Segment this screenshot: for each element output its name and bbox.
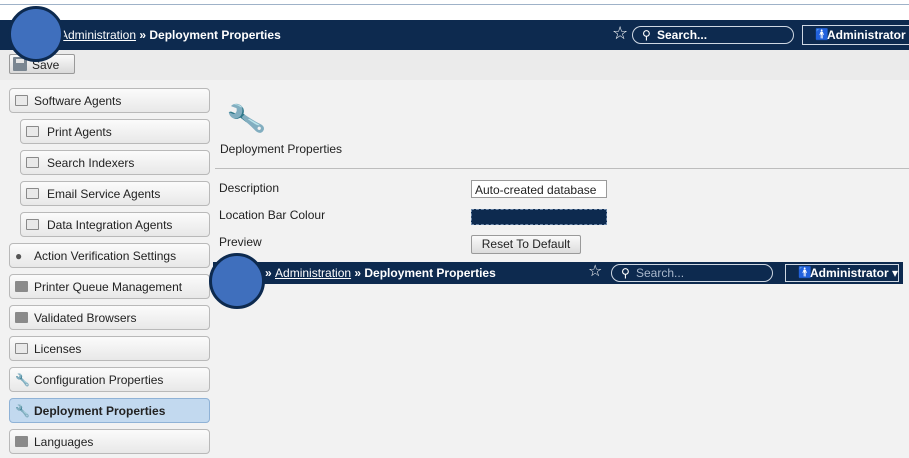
computers-icon xyxy=(26,157,39,168)
computers-icon xyxy=(26,188,39,199)
window-top-edge xyxy=(0,0,909,5)
sidebar-item-search-indexers[interactable]: Search Indexers xyxy=(20,150,210,175)
breadcrumb-link-administration[interactable]: Administration xyxy=(60,28,136,42)
favorite-star-icon[interactable]: ☆ xyxy=(612,24,628,42)
preview-star-icon: ☆ xyxy=(588,263,603,280)
breadcrumb: Administration » Deployment Properties xyxy=(60,28,281,42)
location-bar-colour-label: Location Bar Colour xyxy=(219,208,326,222)
page-title: Deployment Properties xyxy=(220,142,343,156)
language-icon xyxy=(15,436,28,447)
sidebar-item-configuration-properties[interactable]: 🔧 Configuration Properties xyxy=(9,367,210,392)
sidebar-item-action-verification-settings[interactable]: ● Action Verification Settings xyxy=(9,243,210,268)
preview-search-box: ⚲ Search... xyxy=(611,264,773,282)
sidebar-item-deployment-properties[interactable]: 🔧 Deployment Properties xyxy=(9,398,210,423)
printer-icon xyxy=(15,281,28,292)
browser-window-icon xyxy=(15,312,28,323)
computers-icon xyxy=(26,219,39,230)
search-input[interactable]: Search... xyxy=(657,28,707,42)
wrench-icon: 🔧 xyxy=(225,100,268,139)
user-menu-label: Administrator ▾ xyxy=(827,28,909,42)
sidebar-item-printer-queue-management[interactable]: Printer Queue Management xyxy=(9,274,210,299)
sidebar-item-label: Configuration Properties xyxy=(34,373,164,387)
divider xyxy=(215,168,909,169)
preview-breadcrumb-link-administration: Administration xyxy=(275,266,352,280)
highlight-marker-circle xyxy=(8,6,64,62)
computers-icon xyxy=(26,126,39,137)
check-circle-icon: ● xyxy=(15,249,23,263)
sidebar-item-software-agents[interactable]: Software Agents xyxy=(9,88,210,113)
location-bar-colour-picker[interactable] xyxy=(471,209,607,225)
search-icon: ⚲ xyxy=(621,266,630,280)
sidebar-item-label: Languages xyxy=(34,435,94,449)
preview-breadcrumb-current: Deployment Properties xyxy=(364,266,496,280)
license-document-icon xyxy=(15,343,28,354)
search-box[interactable]: ⚲ Search... xyxy=(632,26,794,44)
breadcrumb-current: Deployment Properties xyxy=(149,28,281,42)
location-bar-preview: » Administration » Deployment Properties… xyxy=(213,262,903,284)
highlight-marker-circle xyxy=(209,253,265,309)
sidebar-item-label: Printer Queue Management xyxy=(34,280,183,294)
sidebar-item-label: Search Indexers xyxy=(47,156,135,170)
sidebar-item-label: Validated Browsers xyxy=(34,311,137,325)
preview-breadcrumb-prefix: » xyxy=(265,266,276,280)
toolbar: Save xyxy=(0,50,909,81)
sidebar-item-label: Data Integration Agents xyxy=(47,218,173,232)
wrench-icon: 🔧 xyxy=(15,404,30,418)
sidebar-item-languages[interactable]: Languages xyxy=(9,429,210,454)
user-menu[interactable]: 🚹 Administrator ▾ xyxy=(802,25,909,45)
sidebar-item-validated-browsers[interactable]: Validated Browsers xyxy=(9,305,210,330)
search-icon: ⚲ xyxy=(642,28,651,42)
breadcrumb-separator: » xyxy=(136,28,150,42)
description-field[interactable]: Auto-created database xyxy=(471,180,607,198)
sidebar-item-label: Deployment Properties xyxy=(34,404,166,418)
sidebar-item-label: Software Agents xyxy=(34,94,122,108)
preview-label: Preview xyxy=(219,235,262,249)
preview-user-menu: 🚹 Administrator ▾ xyxy=(785,264,899,282)
sidebar-item-label: Licenses xyxy=(34,342,82,356)
sidebar-item-licenses[interactable]: Licenses xyxy=(9,336,210,361)
preview-search-placeholder: Search... xyxy=(636,266,685,280)
description-label: Description xyxy=(219,181,280,195)
sidebar-item-label: Print Agents xyxy=(47,125,112,139)
sidebar-item-print-agents[interactable]: Print Agents xyxy=(20,119,210,144)
location-bar: Administration » Deployment Properties ☆… xyxy=(0,20,909,50)
sidebar-item-label: Email Service Agents xyxy=(47,187,161,201)
preview-breadcrumb: » Administration » Deployment Properties xyxy=(265,266,496,280)
preview-breadcrumb-separator: » xyxy=(351,266,365,280)
preview-user-menu-label: Administrator ▾ xyxy=(810,266,899,280)
sidebar-item-email-service-agents[interactable]: Email Service Agents xyxy=(20,181,210,206)
computers-icon xyxy=(15,95,28,106)
sidebar: Software Agents Print Agents Search Inde… xyxy=(0,80,215,458)
wrench-icon: 🔧 xyxy=(15,373,30,387)
sidebar-item-data-integration-agents[interactable]: Data Integration Agents xyxy=(20,212,210,237)
reset-to-default-button[interactable]: Reset To Default xyxy=(471,235,581,254)
sidebar-item-label: Action Verification Settings xyxy=(34,249,177,263)
